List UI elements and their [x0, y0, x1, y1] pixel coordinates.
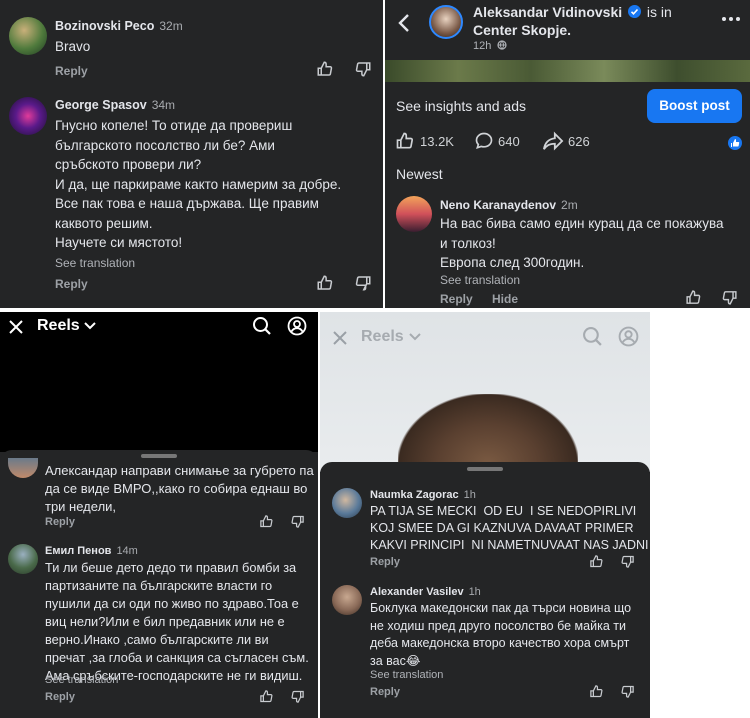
like-icon[interactable]	[316, 60, 334, 78]
comment-text: Александар направи снимање за губрето па…	[45, 463, 314, 514]
reply-link[interactable]: Reply	[440, 292, 473, 306]
like-icon[interactable]	[589, 554, 604, 569]
reels-title[interactable]: Reels	[37, 317, 80, 335]
like-count[interactable]: 13.2K	[420, 134, 454, 149]
close-icon[interactable]	[332, 330, 348, 346]
reaction-like-badge	[728, 136, 742, 150]
author-name[interactable]: Neno Karanaydenov	[440, 198, 556, 212]
avatar[interactable]	[396, 196, 432, 232]
post-header: Aleksandar Vidinovski is in Center Skopj…	[385, 0, 750, 60]
like-icon[interactable]	[395, 131, 415, 151]
reply-link[interactable]: Reply	[55, 277, 88, 291]
dislike-icon[interactable]	[290, 514, 305, 529]
boost-post-button[interactable]: Boost post	[647, 89, 742, 123]
globe-icon	[497, 40, 508, 50]
profile-icon[interactable]	[287, 316, 307, 336]
dislike-icon[interactable]	[721, 289, 738, 306]
share-count[interactable]: 626	[568, 134, 590, 149]
reply-link[interactable]: Reply	[370, 686, 400, 698]
like-icon[interactable]	[259, 514, 274, 529]
like-icon[interactable]	[316, 274, 334, 292]
reply-link[interactable]: Reply	[45, 691, 75, 703]
close-icon[interactable]	[8, 319, 24, 335]
comment-time: 1h	[463, 489, 476, 501]
comments-panel-1: Bozinovski Peco 32m Bravo Reply George Sp…	[0, 0, 383, 308]
hide-link[interactable]: Hide	[492, 292, 518, 306]
comment-text: Bravo	[55, 39, 91, 54]
comment-time: 2m	[561, 198, 578, 212]
sheet-drag-handle[interactable]	[141, 454, 177, 458]
chevron-down-icon[interactable]	[84, 322, 96, 330]
more-icon[interactable]	[721, 16, 741, 22]
avatar[interactable]	[8, 544, 38, 574]
back-icon[interactable]	[397, 13, 413, 33]
dislike-icon[interactable]	[620, 684, 635, 699]
post-panel: Aleksandar Vidinovski is in Center Skopj…	[385, 0, 750, 308]
comment-text: На вас бива само един курац да се покажу…	[440, 216, 724, 270]
comment-author[interactable]: Alexander Vasilev 1h	[370, 586, 481, 598]
comment-icon[interactable]	[474, 131, 494, 151]
post-author[interactable]: Aleksandar Vidinovski	[473, 4, 622, 20]
comment-time: 14m	[116, 545, 138, 557]
avatar[interactable]	[332, 585, 362, 615]
avatar[interactable]	[429, 5, 463, 39]
see-translation-link[interactable]: See translation	[440, 273, 520, 287]
comment-time: 34m	[151, 98, 176, 112]
like-icon[interactable]	[685, 289, 702, 306]
reply-link[interactable]: Reply	[45, 516, 75, 528]
see-translation-link[interactable]: See translation	[370, 669, 443, 681]
sheet-drag-handle[interactable]	[467, 467, 503, 471]
chevron-down-icon[interactable]	[409, 333, 421, 341]
post-author-line: Aleksandar Vidinovski is in	[473, 4, 672, 20]
post-time: 12h	[473, 40, 492, 52]
post-time-line: 12h	[473, 40, 508, 52]
post-location[interactable]: Center Skopje.	[473, 22, 571, 38]
author-name[interactable]: George Spasov	[55, 98, 147, 112]
like-icon[interactable]	[259, 689, 274, 704]
author-name[interactable]: Емил Пенов	[45, 545, 111, 557]
comment-author[interactable]: Neno Karanaydenov 2m	[440, 198, 578, 212]
comment-text: Боклука македонски пак да търси новина щ…	[370, 601, 632, 668]
profile-icon[interactable]	[618, 326, 639, 347]
post-image[interactable]	[385, 60, 750, 82]
comment-author[interactable]: George Spasov 34m	[55, 98, 175, 112]
dislike-icon[interactable]	[354, 274, 372, 292]
comment-author[interactable]: Емил Пенов 14m	[45, 545, 138, 557]
author-name[interactable]: Alexander Vasilev	[370, 586, 464, 598]
search-icon[interactable]	[582, 326, 603, 347]
see-translation-link[interactable]: See translation	[55, 256, 135, 270]
reels-comments-panel-1: Reels Александар направи снимање за губр…	[0, 312, 318, 718]
author-name[interactable]: Naumka Zagorac	[370, 489, 459, 501]
comment-text: PA TIJA SE MECKI OD EU I SE NEDOPIRLIVI …	[370, 504, 649, 552]
comment-text: Гнусно копеле! То отиде да провериш бълг…	[55, 118, 342, 250]
insights-link[interactable]: See insights and ads	[396, 98, 526, 114]
comment-count[interactable]: 640	[498, 134, 520, 149]
reply-link[interactable]: Reply	[370, 556, 400, 568]
reply-link[interactable]: Reply	[55, 64, 88, 78]
dislike-icon[interactable]	[354, 60, 372, 78]
sort-selector[interactable]: Newest	[396, 166, 443, 182]
author-name[interactable]: Bozinovski Peco	[55, 19, 154, 33]
avatar[interactable]	[332, 488, 362, 518]
avatar[interactable]	[9, 17, 47, 55]
reels-comments-panel-2: Reels Naumka Zagorac 1h PA TIJA SE MECKI …	[320, 312, 650, 718]
like-icon[interactable]	[589, 684, 604, 699]
avatar[interactable]	[9, 97, 47, 135]
reels-title[interactable]: Reels	[361, 328, 404, 346]
dislike-icon[interactable]	[290, 689, 305, 704]
comment-author[interactable]: Bozinovski Peco 32m	[55, 19, 183, 33]
search-icon[interactable]	[252, 316, 272, 336]
share-icon[interactable]	[542, 131, 564, 151]
comment-author[interactable]: Naumka Zagorac 1h	[370, 489, 476, 501]
comment-time: 1h	[468, 586, 481, 598]
verified-icon	[628, 5, 642, 18]
see-translation-link[interactable]: See translation	[45, 674, 118, 686]
dislike-icon[interactable]	[620, 554, 635, 569]
comment-text: Ти ли беше дето дедо ти правил бомби за …	[45, 560, 309, 683]
checkin-text: is in	[646, 4, 672, 20]
comment-time: 32m	[159, 19, 183, 33]
